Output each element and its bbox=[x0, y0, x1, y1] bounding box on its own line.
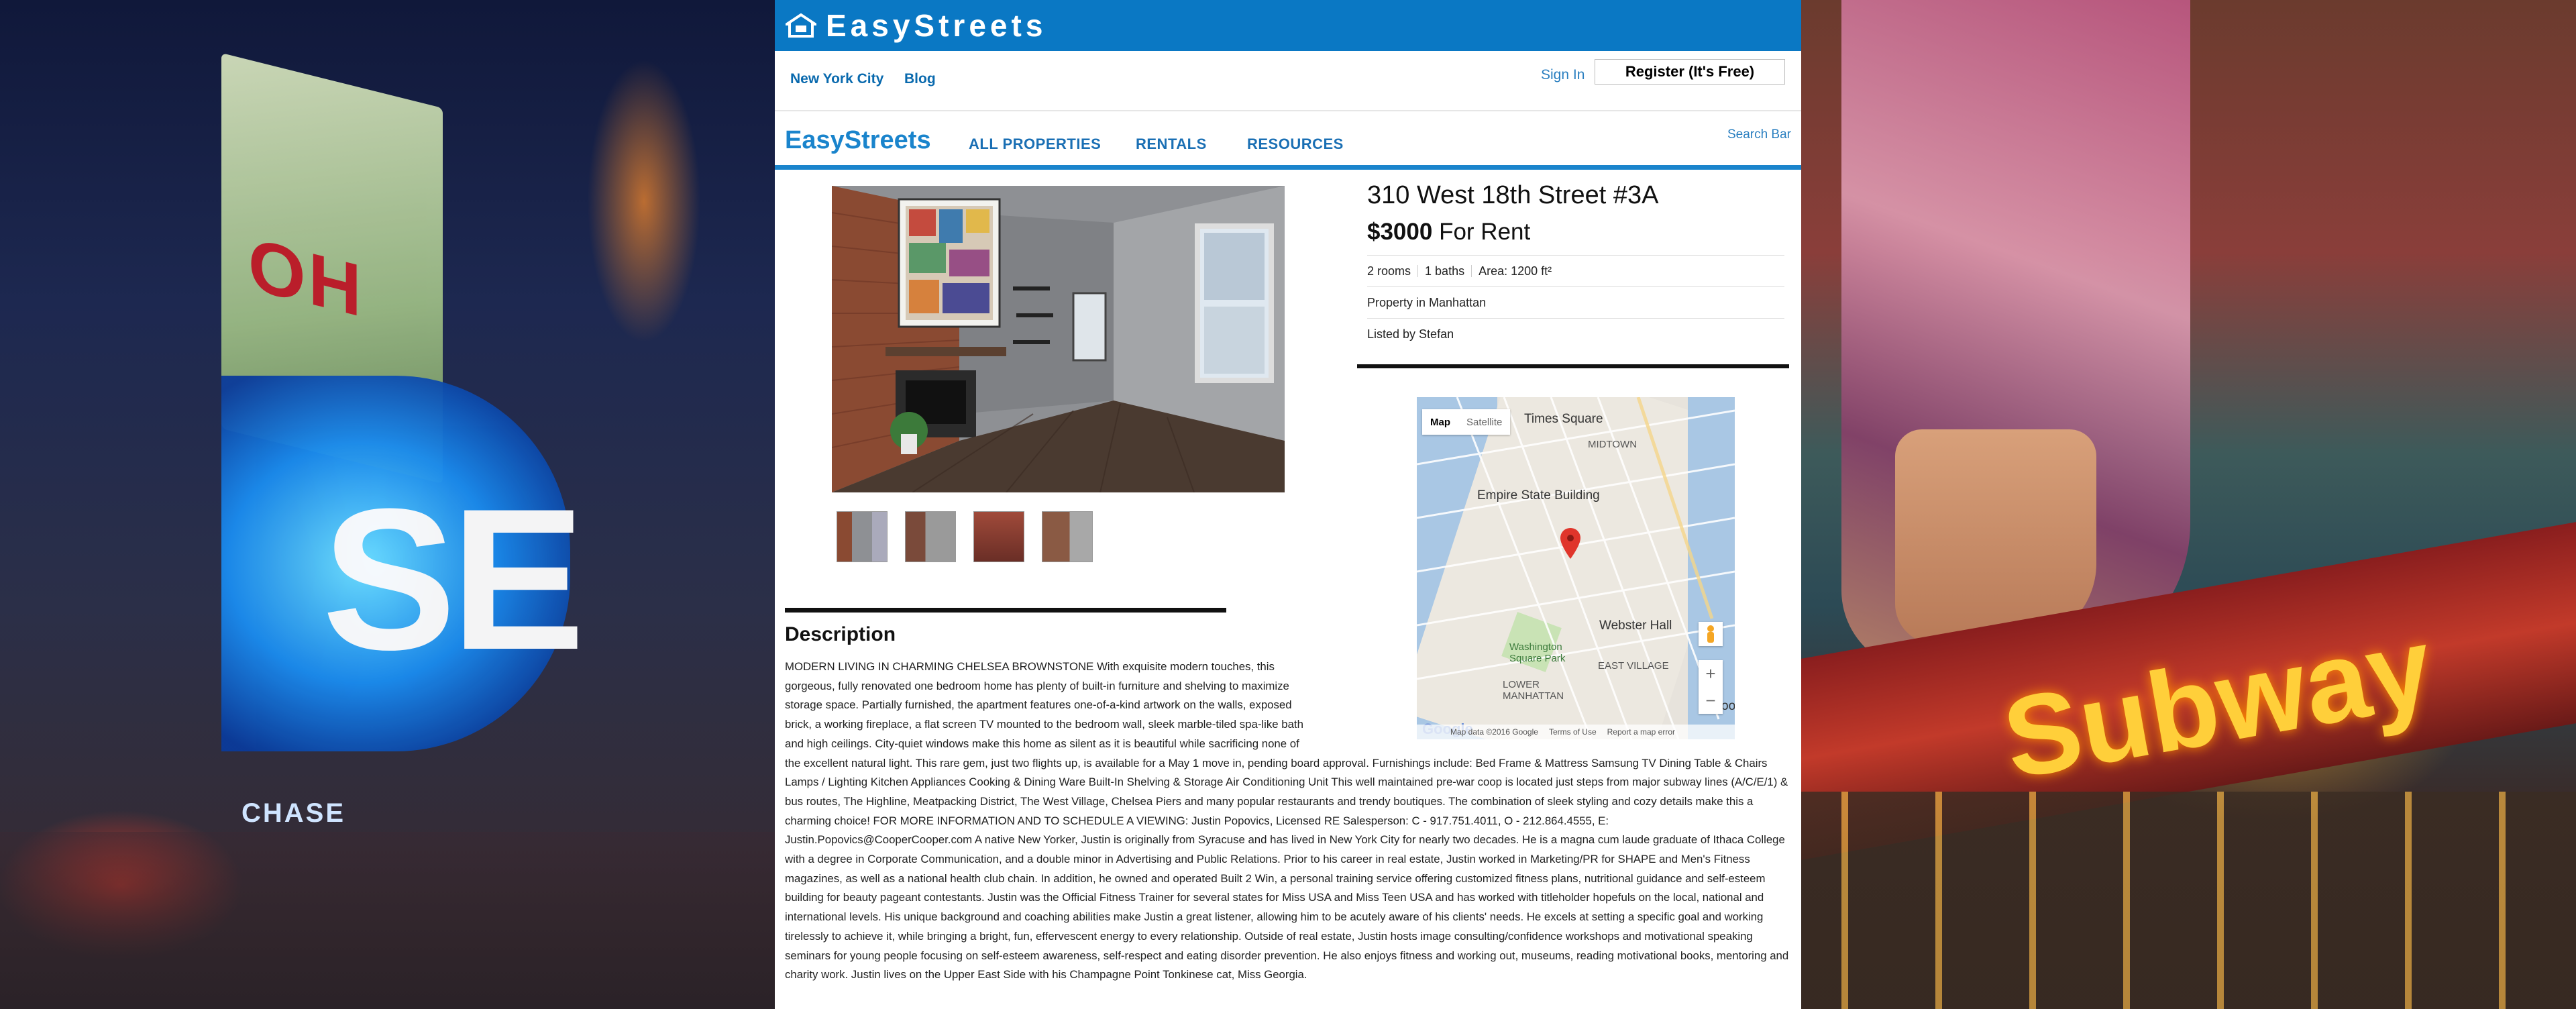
area-value: Area: 1200 ft² bbox=[1479, 264, 1552, 278]
divider bbox=[1417, 265, 1419, 277]
background-left: OH SE CHASE bbox=[0, 0, 775, 1009]
storefront-lights bbox=[1801, 792, 2576, 1009]
main-photo[interactable] bbox=[832, 186, 1285, 492]
screen-text: SE bbox=[322, 466, 585, 692]
thumbnail-4[interactable] bbox=[1042, 511, 1093, 562]
facts-row-agent: Listed by Stefan bbox=[1367, 318, 1784, 350]
house-logo-icon[interactable] bbox=[786, 13, 816, 38]
listing-page: EasyStreets New York City Blog Sign In R… bbox=[775, 0, 1801, 1009]
rooms-count: 2 rooms bbox=[1367, 264, 1411, 278]
listing-address: 310 West 18th Street #3A bbox=[1367, 181, 1659, 209]
bank-sign: CHASE bbox=[241, 798, 346, 828]
billboard-text: OH bbox=[248, 221, 364, 333]
baths-count: 1 baths bbox=[1425, 264, 1465, 278]
map-label-empire-state: Empire State Building bbox=[1477, 488, 1600, 502]
listed-by: Listed by Stefan bbox=[1367, 327, 1454, 341]
video-screen: SE bbox=[221, 376, 585, 751]
link-blog[interactable]: Blog bbox=[904, 71, 936, 87]
price-suffix: For Rent bbox=[1439, 219, 1531, 245]
map-tab[interactable]: Map bbox=[1422, 409, 1458, 435]
search-bar-link[interactable]: Search Bar bbox=[1727, 127, 1791, 142]
nav-all-properties[interactable]: ALL PROPERTIES bbox=[969, 136, 1101, 153]
thumbnail-3[interactable] bbox=[973, 511, 1024, 562]
brand-name[interactable]: EasyStreets bbox=[826, 7, 1046, 44]
section-divider bbox=[1357, 364, 1789, 368]
description-divider bbox=[785, 608, 1226, 613]
nav-brand[interactable]: EasyStreets bbox=[785, 126, 931, 155]
sub-navigation: New York City Blog Sign In Register (It'… bbox=[775, 51, 1801, 111]
satellite-tab[interactable]: Satellite bbox=[1458, 409, 1510, 435]
divider bbox=[1471, 265, 1472, 277]
facts-row-size: 2 rooms 1 baths Area: 1200 ft² bbox=[1367, 255, 1784, 286]
listing-facts: 2 rooms 1 baths Area: 1200 ft² Property … bbox=[1367, 255, 1784, 350]
top-bar: EasyStreets bbox=[775, 0, 1801, 51]
street-view-pegman-icon[interactable] bbox=[1699, 622, 1723, 646]
map-label-webster-hall: Webster Hall bbox=[1599, 619, 1672, 633]
map-label-times-square: Times Square bbox=[1524, 412, 1603, 426]
map-label-midtown: MIDTOWN bbox=[1588, 439, 1638, 450]
map-type-toggle: Map Satellite bbox=[1422, 409, 1511, 435]
thumbnail-1[interactable] bbox=[837, 511, 888, 562]
background-right: Subway bbox=[1801, 0, 2576, 1009]
description-body: MODERN LIVING IN CHARMING CHELSEA BROWNS… bbox=[785, 657, 1794, 985]
property-location: Property in Manhattan bbox=[1367, 295, 1487, 309]
description-title: Description bbox=[785, 623, 896, 645]
register-button[interactable]: Register (It's Free) bbox=[1595, 59, 1785, 85]
description-float-spacer bbox=[1316, 657, 1794, 741]
street bbox=[0, 832, 775, 1009]
location-pin-icon[interactable] bbox=[1560, 528, 1580, 559]
nav-resources[interactable]: RESOURCES bbox=[1247, 136, 1344, 153]
sign-in-link[interactable]: Sign In bbox=[1541, 67, 1585, 83]
nav-rentals[interactable]: RENTALS bbox=[1136, 136, 1207, 153]
facts-row-location: Property in Manhattan bbox=[1367, 286, 1784, 318]
listing-price: $3000 For Rent bbox=[1367, 219, 1530, 246]
price-value: $3000 bbox=[1367, 219, 1433, 245]
thumbnail-2[interactable] bbox=[905, 511, 956, 562]
living-room-image bbox=[832, 186, 1285, 492]
main-navigation: EasyStreets ALL PROPERTIES RENTALS RESOU… bbox=[775, 111, 1801, 170]
link-new-york-city[interactable]: New York City bbox=[790, 71, 883, 87]
